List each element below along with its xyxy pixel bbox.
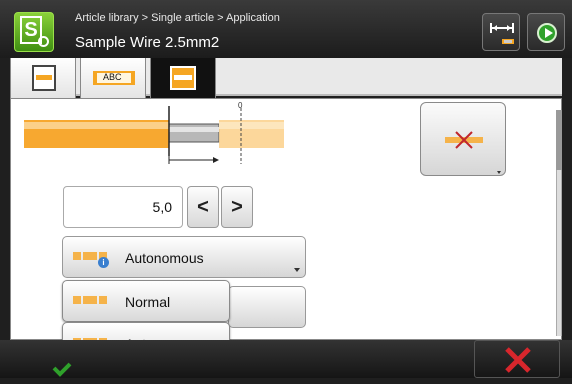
single-wire-icon [32,65,56,91]
length-measure-button[interactable] [482,13,520,51]
tab-marking[interactable]: ABC [80,58,146,98]
strip-type-button[interactable] [420,102,506,176]
arrow-right-icon [537,23,557,43]
wire-end-icon [170,66,196,90]
next-button[interactable] [527,13,565,51]
page-title: Sample Wire 2.5mm2 [75,34,220,51]
menu-item-label: Normal [125,294,171,310]
scrollbar-thumb[interactable] [556,110,562,170]
article-library-app-icon[interactable]: S [14,12,54,52]
decrease-button[interactable]: < [187,186,219,228]
length-value: 5,0 [152,199,172,215]
breadcrumb: Article library > Single article > Appli… [75,12,280,24]
checkmark-icon [52,362,72,377]
increase-button[interactable]: > [221,186,253,228]
normal-wire-icon [73,295,107,305]
dropdown-selected-label: Autonomous [125,250,204,266]
chevron-down-icon [294,268,300,272]
length-value-input[interactable]: 5,0 [63,186,183,228]
cancel-button[interactable] [474,340,560,378]
menu-item-normal[interactable]: Normal [62,280,230,322]
tab-wire-end[interactable] [150,58,216,98]
tab-single-wire[interactable] [10,58,76,98]
gear-icon [38,36,49,47]
secondary-button[interactable] [228,286,306,328]
processing-mode-dropdown[interactable]: i Autonomous [62,236,306,278]
close-icon [505,347,531,373]
length-measure-icon [490,23,514,44]
wire-end-diagram [24,106,284,164]
confirm-button[interactable] [14,340,114,378]
strip-remove-icon [445,131,501,174]
tab-marking-label: ABC [103,72,122,82]
autonomous-wire-icon: i [73,251,109,268]
zero-position-label: 0 [238,101,243,110]
